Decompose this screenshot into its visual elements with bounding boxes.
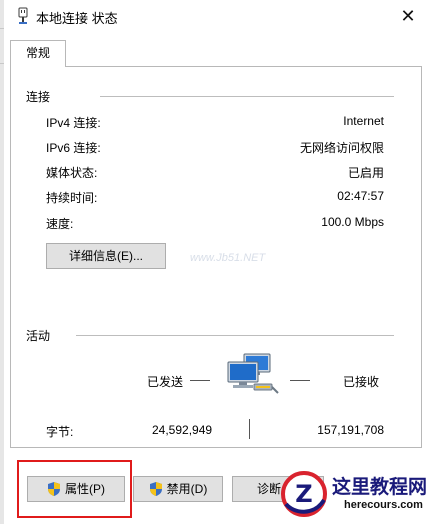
ipv4-value: Internet	[343, 114, 384, 128]
section-divider	[76, 335, 394, 336]
window-title: 本地连接 状态	[36, 11, 118, 26]
site-brand: Z 这里教程网 herecours.com	[280, 464, 430, 524]
duration-value: 02:47:57	[337, 189, 384, 203]
network-computers-icon	[227, 353, 279, 394]
media-state-label: 媒体状态:	[46, 166, 98, 180]
close-icon: ✕	[400, 6, 416, 26]
section-divider	[100, 96, 394, 97]
details-button[interactable]: 详细信息(E)...	[46, 243, 166, 269]
shield-icon	[149, 482, 162, 496]
title-bar[interactable]: 本地连接 状态 ✕	[4, 0, 430, 32]
tab-general[interactable]: 常规	[10, 40, 66, 67]
ipv6-value: 无网络访问权限	[299, 141, 384, 155]
sent-label: 已发送	[147, 375, 184, 389]
bytes-sent-value: 24,592,949	[152, 423, 213, 437]
media-state-value: 已启用	[347, 166, 384, 180]
details-button-label: 详细信息(E)...	[69, 249, 143, 263]
activity-section-title: 活动	[26, 329, 51, 343]
bytes-divider	[249, 419, 250, 439]
status-dialog: 本地连接 状态 ✕ 常规 连接 IPv4 连接: Internet IPv6 连…	[0, 0, 430, 524]
watermark: www.Jb51.NET	[190, 252, 266, 264]
network-adapter-icon	[18, 7, 28, 24]
bytes-received-value: 157,191,708	[317, 423, 384, 437]
diagnose-button-label: 诊断	[257, 482, 282, 496]
background-window-line	[0, 63, 4, 64]
duration-label: 持续时间:	[46, 191, 98, 205]
brand-url: herecours.com	[344, 499, 423, 511]
received-label: 已接收	[343, 375, 380, 389]
ipv4-label: IPv4 连接:	[46, 116, 101, 130]
ipv6-label: IPv6 连接:	[46, 141, 101, 155]
disable-button[interactable]: 禁用(D)	[133, 476, 223, 502]
highlight-box	[17, 460, 132, 518]
brand-logo-letter: Z	[295, 480, 312, 508]
background-window-edge	[0, 0, 4, 524]
bytes-label: 字节:	[46, 425, 74, 439]
speed-value: 100.0 Mbps	[321, 215, 384, 229]
connection-section-title: 连接	[26, 90, 51, 104]
brand-name: 这里教程网	[332, 476, 428, 498]
speed-label: 速度:	[46, 217, 74, 231]
tab-general-label: 常规	[25, 46, 50, 60]
close-button[interactable]: ✕	[396, 4, 420, 28]
received-dash	[290, 380, 310, 381]
sent-dash	[190, 380, 210, 381]
disable-button-label: 禁用(D)	[166, 482, 208, 496]
brand-logo-icon: Z	[281, 471, 327, 517]
